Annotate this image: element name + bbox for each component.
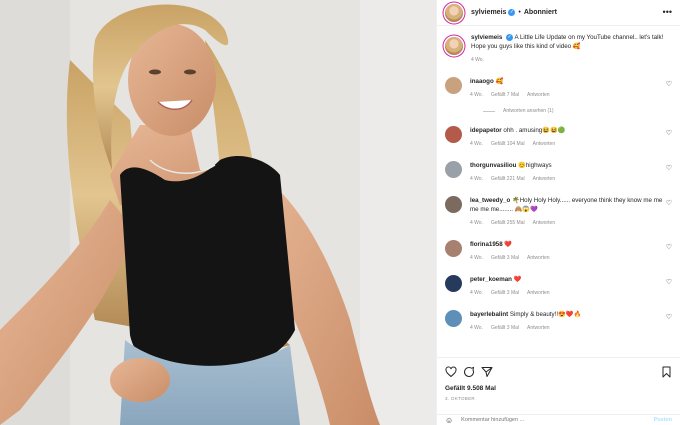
comment-username[interactable]: idepapetor [470, 127, 502, 134]
comment-age: 4 Wo. [470, 325, 483, 331]
comment-avatar[interactable] [445, 310, 462, 327]
comment-username[interactable]: peter_koeman [470, 276, 512, 283]
comment-likes[interactable]: Gefällt 7 Mal [491, 91, 519, 100]
reply-link[interactable]: Antworten [533, 219, 556, 228]
woman-portrait-image [0, 0, 436, 425]
caption-avatar[interactable] [445, 37, 463, 55]
comment-likes[interactable]: Gefällt 3 Mal [491, 324, 519, 333]
comment-heart-icon[interactable]: ♡ [666, 278, 672, 286]
replies-line [483, 110, 495, 112]
comment-age: 4 Wo. [470, 255, 483, 261]
post-caption: sylviemeis ✓ A Little Life Update on my … [445, 33, 672, 65]
reply-link[interactable]: Antworten [527, 289, 550, 298]
heart-icon[interactable] [445, 366, 457, 378]
comment-text: 😊highways [518, 162, 552, 169]
comment-likes[interactable]: Gefällt 221 Mal [491, 175, 525, 184]
reply-link[interactable]: Antworten [527, 254, 550, 263]
comment-row: lea_tweedy_o 🌴Holy Holy Holy...... every… [445, 196, 672, 228]
comment-avatar[interactable] [445, 275, 462, 292]
reply-link[interactable]: Antworten [527, 324, 550, 333]
comment-age: 4 Wo. [470, 220, 483, 226]
comment-text: ❤️ [513, 276, 522, 283]
author-username[interactable]: sylviemeis [471, 9, 506, 16]
comment-row: idepapetor ohh . amusing😆😆🟢 4 Wo. Gefällt … [445, 126, 672, 149]
reply-link[interactable]: Antworten [527, 91, 550, 100]
comment-text: Simply & beauty!!😍❤️🔥 [509, 311, 582, 318]
share-icon[interactable] [481, 366, 493, 378]
smiley-icon[interactable]: ☺ [445, 416, 453, 425]
comment-avatar[interactable] [445, 126, 462, 143]
view-replies-link[interactable]: Antworten ansehen (1) [483, 108, 672, 114]
follow-state-button[interactable]: Abonniert [524, 9, 557, 16]
comment-likes[interactable]: Gefällt 255 Mal [491, 219, 525, 228]
likes-count[interactable]: Gefällt 9.508 Mal [445, 385, 672, 392]
comment-heart-icon[interactable]: ♡ [666, 129, 672, 137]
separator-dot: • [518, 9, 521, 16]
reply-link[interactable]: Antworten [533, 175, 556, 184]
more-options-icon[interactable]: ••• [663, 6, 672, 18]
post-comment-button[interactable]: Posten [654, 417, 672, 423]
comment-username[interactable]: thorgunvasiliou [470, 162, 516, 169]
comment-heart-icon[interactable]: ♡ [666, 164, 672, 172]
comment-username[interactable]: lea_tweedy_o [470, 197, 510, 204]
verified-badge-icon: ✓ [508, 9, 516, 16]
comment-text: ohh . amusing😆😆🟢 [503, 127, 566, 134]
comment-heart-icon[interactable]: ♡ [666, 199, 672, 207]
comments-list[interactable]: sylviemeis ✓ A Little Life Update on my … [437, 27, 680, 355]
bookmark-icon[interactable] [661, 366, 672, 378]
comment-likes[interactable]: Gefällt 3 Mal [491, 289, 519, 298]
comment-row: thorgunvasiliou 😊highways 4 Wo. Gefällt 22… [445, 161, 672, 184]
comment-heart-icon[interactable]: ♡ [666, 80, 672, 88]
comment-row: florina1958 ❤️ 4 Wo. Gefällt 3 Mal Antworte… [445, 240, 672, 263]
instagram-post-modal: sylviemeis ✓ • Abonniert ••• sylviemeis … [0, 0, 680, 425]
comment-avatar[interactable] [445, 161, 462, 178]
comment-row: inaaogo 🥰 4 Wo. Gefällt 7 Mal Antworten ♡ [445, 77, 672, 100]
comment-username[interactable]: inaaogo [470, 78, 494, 85]
comment-age: 4 Wo. [470, 176, 483, 182]
comment-age: 4 Wo. [470, 290, 483, 296]
comment-username[interactable]: florina1958 [470, 241, 503, 248]
comment-age: 4 Wo. [470, 92, 483, 98]
comment-row: peter_koeman ❤️ 4 Wo. Gefällt 3 Mal Antwort… [445, 275, 672, 298]
caption-username[interactable]: sylviemeis [471, 34, 502, 41]
comment-row: bayerlebalint Simply & beauty!!😍❤️🔥 4 Wo.… [445, 310, 672, 333]
comment-input[interactable] [461, 417, 612, 423]
comment-icon[interactable] [463, 366, 475, 378]
comment-username[interactable]: bayerlebalint [470, 311, 508, 318]
comment-text: ❤️ [504, 241, 513, 248]
author-avatar[interactable] [445, 3, 463, 22]
view-replies-label[interactable]: Antworten ansehen (1) [503, 108, 554, 114]
verified-badge-icon: ✓ [506, 33, 514, 41]
comment-avatar[interactable] [445, 240, 462, 257]
comment-avatar[interactable] [445, 77, 462, 94]
comment-heart-icon[interactable]: ♡ [666, 313, 672, 321]
comment-age: 4 Wo. [470, 141, 483, 147]
comment-likes[interactable]: Gefällt 3 Mal [491, 254, 519, 263]
add-comment-bar: ☺ Posten [437, 414, 680, 425]
caption-age: 4 Wo. [471, 57, 484, 63]
comment-likes[interactable]: Gefällt 104 Mal [491, 140, 525, 149]
comment-heart-icon[interactable]: ♡ [666, 243, 672, 251]
reply-link[interactable]: Antworten [533, 140, 556, 149]
post-date: 3. OKTOBER [445, 396, 475, 401]
post-photo[interactable] [0, 0, 436, 425]
post-actions: Gefällt 9.508 Mal 3. OKTOBER [437, 357, 680, 401]
post-header: sylviemeis ✓ • Abonniert ••• [437, 0, 680, 26]
comment-avatar[interactable] [445, 196, 462, 213]
post-side-panel: sylviemeis ✓ • Abonniert ••• sylviemeis … [436, 0, 680, 425]
comment-text: 🥰 [495, 78, 504, 85]
